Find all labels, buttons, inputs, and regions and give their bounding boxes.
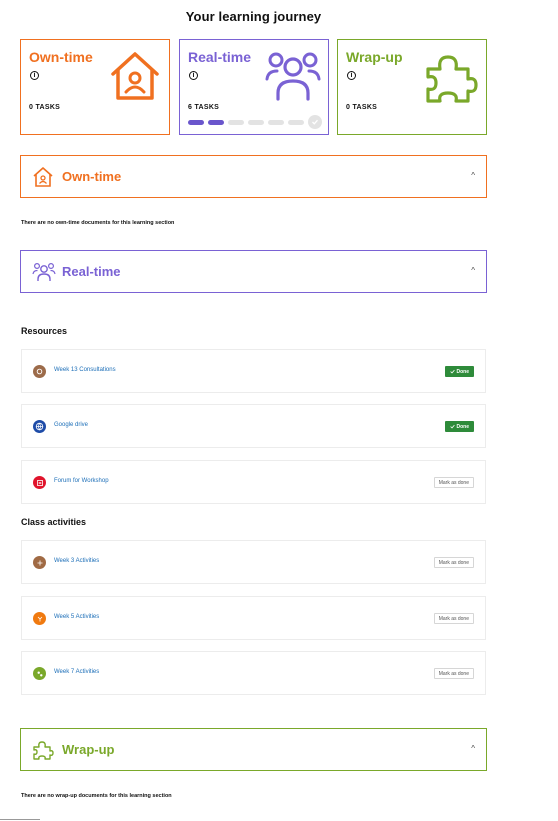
- info-icon[interactable]: i: [347, 71, 356, 80]
- mark-as-done-button[interactable]: Mark as done: [433, 477, 474, 488]
- list-item[interactable]: Week 13 Consultations Done: [21, 349, 486, 393]
- progress-segment: [208, 119, 224, 125]
- real-time-card-title: Real-time: [188, 49, 252, 65]
- progress-segment: [288, 119, 304, 125]
- people-icon: [32, 262, 56, 281]
- resource-link[interactable]: Forum for Workshop: [54, 478, 109, 484]
- list-item[interactable]: Week 7 Activities Mark as done: [21, 651, 486, 695]
- wrap-up-card-title: Wrap-up: [346, 49, 403, 65]
- page-title: Your learning journey: [185, 9, 322, 24]
- puzzle-icon: [33, 741, 54, 760]
- list-item[interactable]: Week 5 Activities Mark as done: [21, 596, 486, 640]
- resources-heading: Resources: [21, 326, 68, 336]
- check-icon: [449, 369, 455, 374]
- divider: [0, 819, 40, 820]
- own-time-empty-message: There are no own-time documents for this…: [21, 220, 175, 226]
- list-item[interactable]: Google drive Done: [21, 404, 486, 448]
- forum-icon: [33, 476, 46, 489]
- wrap-up-section-title: Wrap-up: [62, 742, 115, 757]
- real-time-section-header[interactable]: Real-time ^: [20, 250, 487, 293]
- real-time-task-count: 6 TASKS: [188, 104, 220, 111]
- wrap-up-task-count: 0 TASKS: [346, 104, 378, 111]
- globe-icon: [33, 420, 46, 433]
- chevron-up-icon[interactable]: ^: [471, 744, 475, 753]
- done-label: Done: [456, 368, 470, 375]
- mark-as-done-button[interactable]: Mark as done: [433, 668, 474, 679]
- activity-link[interactable]: Week 3 Activities: [54, 558, 99, 564]
- resource-link[interactable]: Week 13 Consultations: [54, 367, 116, 373]
- own-time-section-header[interactable]: Own-time ^: [20, 155, 487, 198]
- done-button[interactable]: Done: [444, 421, 474, 432]
- progress-segment: [188, 119, 204, 125]
- activity-link[interactable]: Week 5 Activities: [54, 614, 99, 620]
- wrap-up-card[interactable]: Wrap-up i 0 TASKS: [337, 39, 487, 135]
- resource-link[interactable]: Google drive: [54, 422, 88, 428]
- real-time-section-title: Real-time: [62, 264, 121, 279]
- activity-icon: [33, 612, 46, 625]
- check-icon: [449, 424, 455, 429]
- progress-segment: [248, 119, 264, 125]
- done-button[interactable]: Done: [444, 366, 474, 377]
- real-time-card[interactable]: Real-time i 6 TASKS: [179, 39, 329, 135]
- done-label: Done: [456, 423, 470, 430]
- house-icon: [33, 167, 53, 187]
- wrap-up-section-header[interactable]: Wrap-up ^: [20, 728, 487, 771]
- mark-as-done-button[interactable]: Mark as done: [433, 557, 474, 568]
- progress-check-icon: [308, 115, 322, 129]
- activity-icon: [33, 667, 46, 680]
- info-icon[interactable]: i: [30, 71, 39, 80]
- list-item[interactable]: Forum for Workshop Mark as done: [21, 460, 486, 504]
- list-item[interactable]: Week 3 Activities Mark as done: [21, 540, 486, 584]
- own-time-card[interactable]: Own-time i 0 TASKS: [20, 39, 170, 135]
- own-time-card-title: Own-time: [29, 49, 93, 65]
- own-time-section-title: Own-time: [62, 169, 122, 184]
- people-icon: [265, 52, 321, 101]
- class-activities-heading: Class activities: [21, 517, 87, 527]
- own-time-task-count: 0 TASKS: [29, 104, 61, 111]
- task-progress-bar: [188, 115, 322, 129]
- activity-link[interactable]: Week 7 Activities: [54, 669, 99, 675]
- activity-icon: [33, 556, 46, 569]
- progress-segment: [268, 119, 284, 125]
- consultation-icon: [33, 365, 46, 378]
- chevron-up-icon[interactable]: ^: [471, 171, 475, 180]
- info-icon[interactable]: i: [189, 71, 198, 80]
- progress-segment: [228, 119, 244, 125]
- chevron-up-icon[interactable]: ^: [471, 266, 475, 275]
- wrap-up-empty-message: There are no wrap-up documents for this …: [21, 793, 172, 799]
- puzzle-icon: [426, 55, 478, 103]
- house-icon: [111, 52, 159, 100]
- mark-as-done-button[interactable]: Mark as done: [433, 613, 474, 624]
